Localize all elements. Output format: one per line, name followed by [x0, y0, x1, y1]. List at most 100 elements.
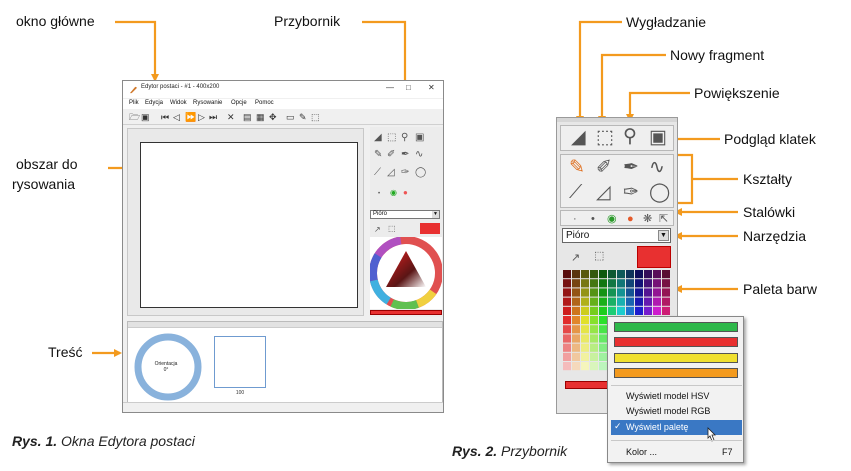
color-mode-icon-small[interactable]: ⬚	[388, 223, 396, 234]
nib-fill-small[interactable]: ●	[403, 187, 408, 198]
pen-icon[interactable]: ✎	[299, 112, 307, 123]
palette-cell[interactable]	[617, 297, 625, 306]
palette-cell[interactable]	[644, 297, 652, 306]
menu-pomoc[interactable]: Pomoc	[255, 100, 274, 106]
frame-preview-icon-small[interactable]: ▣	[415, 132, 424, 143]
brush-icon[interactable]: ✎	[569, 158, 585, 178]
pen-icon[interactable]: ✒	[623, 158, 639, 178]
palette-cell[interactable]	[563, 270, 571, 279]
nib-circle-small[interactable]: ◉	[390, 187, 397, 198]
zoom-icon-small[interactable]: ⚲	[401, 132, 408, 143]
palette-cell[interactable]	[662, 270, 670, 279]
cut-icon[interactable]: ✕	[227, 112, 235, 123]
palette-cell[interactable]	[590, 343, 598, 352]
frames-icon[interactable]: ▤	[243, 112, 252, 123]
palette-cell[interactable]	[635, 306, 643, 315]
palette-cell[interactable]	[617, 270, 625, 279]
palette-cell[interactable]	[572, 288, 580, 297]
palette-cell[interactable]	[608, 288, 616, 297]
palette-cell[interactable]	[590, 352, 598, 361]
curve-icon-small[interactable]: ∿	[415, 149, 423, 160]
palette-cell[interactable]	[572, 316, 580, 325]
palette-cell[interactable]	[581, 288, 589, 297]
zoom-icon[interactable]: ⚲	[623, 127, 637, 147]
palette-cell[interactable]	[653, 279, 661, 288]
palette-cell[interactable]	[590, 297, 598, 306]
frame-preview-icon[interactable]: ▣	[649, 128, 667, 148]
palette-cell[interactable]	[599, 316, 607, 325]
palette-cell[interactable]	[626, 279, 634, 288]
triangle-icon[interactable]: ◿	[596, 183, 611, 203]
open-icon[interactable]: 🗁	[129, 112, 140, 123]
palette-cell[interactable]	[590, 334, 598, 343]
palette-cell[interactable]	[608, 297, 616, 306]
drawing-canvas[interactable]	[140, 142, 358, 308]
palette-cell[interactable]	[635, 279, 643, 288]
ellipse-icon-small[interactable]: ◯	[415, 167, 426, 178]
palette-cell[interactable]	[563, 297, 571, 306]
nib-small-dot-icon[interactable]: ·	[573, 213, 577, 225]
palette-cell[interactable]	[581, 279, 589, 288]
pointer-icon[interactable]: ⇱	[659, 213, 668, 225]
menu-widok[interactable]: Widok	[170, 100, 187, 106]
current-color-swatch[interactable]	[637, 246, 671, 268]
palette-cell[interactable]	[581, 270, 589, 279]
copy-frames-icon[interactable]: ▦	[256, 112, 265, 123]
hsv-color-wheel[interactable]	[370, 237, 442, 309]
palette-cell[interactable]	[563, 362, 571, 371]
palette-cell[interactable]	[653, 270, 661, 279]
line-icon-small[interactable]: ⟋	[374, 167, 381, 178]
nib-pattern-icon[interactable]: ❋	[643, 213, 652, 225]
palette-cell[interactable]	[581, 316, 589, 325]
nib-dot-small[interactable]: •	[378, 189, 380, 200]
palette-cell[interactable]	[599, 325, 607, 334]
palette-cell[interactable]	[572, 270, 580, 279]
palette-cell[interactable]	[662, 306, 670, 315]
close-button[interactable]: ✕	[428, 83, 435, 92]
pen3-icon-small[interactable]: ✑	[401, 167, 409, 178]
select-icon[interactable]: ⬚	[311, 112, 320, 123]
palette-cell[interactable]	[563, 334, 571, 343]
popup-swatch-red[interactable]	[614, 337, 738, 347]
tool-select[interactable]: Pióro ▼	[562, 228, 671, 243]
palette-cell[interactable]	[644, 306, 652, 315]
palette-cell[interactable]	[581, 325, 589, 334]
palette-cell[interactable]	[626, 288, 634, 297]
palette-cell[interactable]	[563, 279, 571, 288]
menu-plik[interactable]: Plik	[129, 100, 139, 106]
menu-item-hsv[interactable]: Wyświetl model HSV	[626, 391, 709, 402]
first-frame-icon[interactable]: ⏮	[161, 112, 169, 123]
palette-cell[interactable]	[563, 288, 571, 297]
smoothing-icon-small[interactable]: ◢	[374, 132, 382, 143]
palette-cell[interactable]	[599, 334, 607, 343]
brush-icon-small[interactable]: ✎	[374, 149, 382, 160]
palette-cell[interactable]	[581, 334, 589, 343]
maximize-button[interactable]: □	[406, 83, 411, 92]
palette-cell[interactable]	[662, 297, 670, 306]
palette-cell[interactable]	[617, 288, 625, 297]
pipette-icon-small[interactable]: ↗	[374, 224, 381, 235]
palette-cell[interactable]	[590, 316, 598, 325]
new-fragment-icon-small[interactable]: ⬚	[387, 132, 396, 143]
palette-cell[interactable]	[617, 306, 625, 315]
palette-cell[interactable]	[662, 279, 670, 288]
popup-swatch-green[interactable]	[614, 322, 738, 332]
palette-cell[interactable]	[590, 270, 598, 279]
palette-cell[interactable]	[572, 352, 580, 361]
palette-cell[interactable]	[563, 325, 571, 334]
palette-cell[interactable]	[572, 306, 580, 315]
shape-brush-icon[interactable]: ✐	[596, 158, 612, 178]
menu-opcje[interactable]: Opcje	[231, 100, 247, 106]
last-frame-icon[interactable]: ⏭	[209, 112, 217, 123]
prev-frame-icon[interactable]: ◁	[173, 112, 180, 123]
palette-cell[interactable]	[653, 306, 661, 315]
palette-cell[interactable]	[599, 279, 607, 288]
palette-cell[interactable]	[581, 352, 589, 361]
palette-cell[interactable]	[590, 306, 598, 315]
next-frame-icon[interactable]: ▷	[198, 112, 205, 123]
minimize-button[interactable]: —	[386, 83, 394, 92]
nib-fill-icon[interactable]: ●	[627, 213, 634, 225]
palette-cell[interactable]	[599, 343, 607, 352]
palette-cell[interactable]	[563, 306, 571, 315]
palette-cell[interactable]	[599, 362, 607, 371]
